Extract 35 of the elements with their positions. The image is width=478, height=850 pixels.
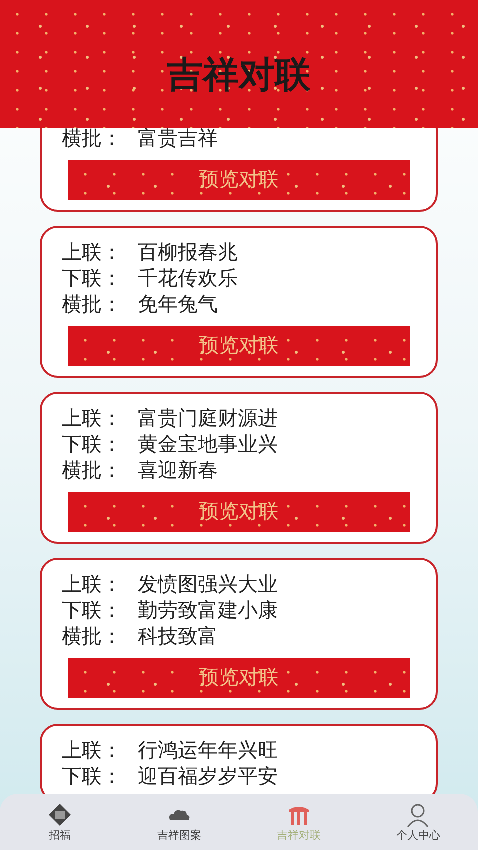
line-label: 上联： [62,739,123,764]
line-label: 上联： [62,407,123,432]
line-label: 横批： [62,293,123,318]
line-text: 迎百福岁岁平安 [138,765,278,790]
line-text: 富贵吉祥 [138,128,218,152]
line-text: 富贵门庭财源进 [138,407,278,432]
preview-button[interactable]: 预览对联 [68,326,410,366]
line-text: 免年兔气 [138,293,218,318]
line-label: 下联： [62,267,123,292]
line-label: 下联： [62,765,123,790]
person-icon [405,802,432,828]
line-text: 科技致富 [138,625,218,650]
line-label: 横批： [62,128,123,152]
page-title: 吉祥对联 [167,53,311,97]
tab-item[interactable]: 个人中心 [358,794,478,850]
preview-button[interactable]: 预览对联 [68,658,410,698]
line-text: 勤劳致富建小康 [138,599,278,624]
preview-button[interactable]: 预览对联 [68,160,410,200]
tab-item[interactable]: 吉祥对联 [239,794,358,850]
diamond-icon [46,802,73,828]
line-label: 横批： [62,625,123,650]
line-text: 发愤图强兴大业 [138,573,278,598]
tab-item[interactable]: 吉祥图案 [120,794,239,850]
line-text: 行鸿运年年兴旺 [138,739,278,764]
line-text: 百柳报春兆 [138,241,238,266]
preview-button[interactable]: 预览对联 [68,492,410,532]
line-label: 上联： [62,573,123,598]
line-label: 横批： [62,459,123,484]
line-text: 喜迎新春 [138,459,218,484]
line-text: 黄金宝地事业兴 [138,433,278,458]
line-label: 上联： [62,241,123,266]
line-label: 下联： [62,433,123,458]
line-text: 千花传欢乐 [138,267,238,292]
tab-item[interactable]: 招福 [0,794,120,850]
line-label: 下联： [62,599,123,624]
